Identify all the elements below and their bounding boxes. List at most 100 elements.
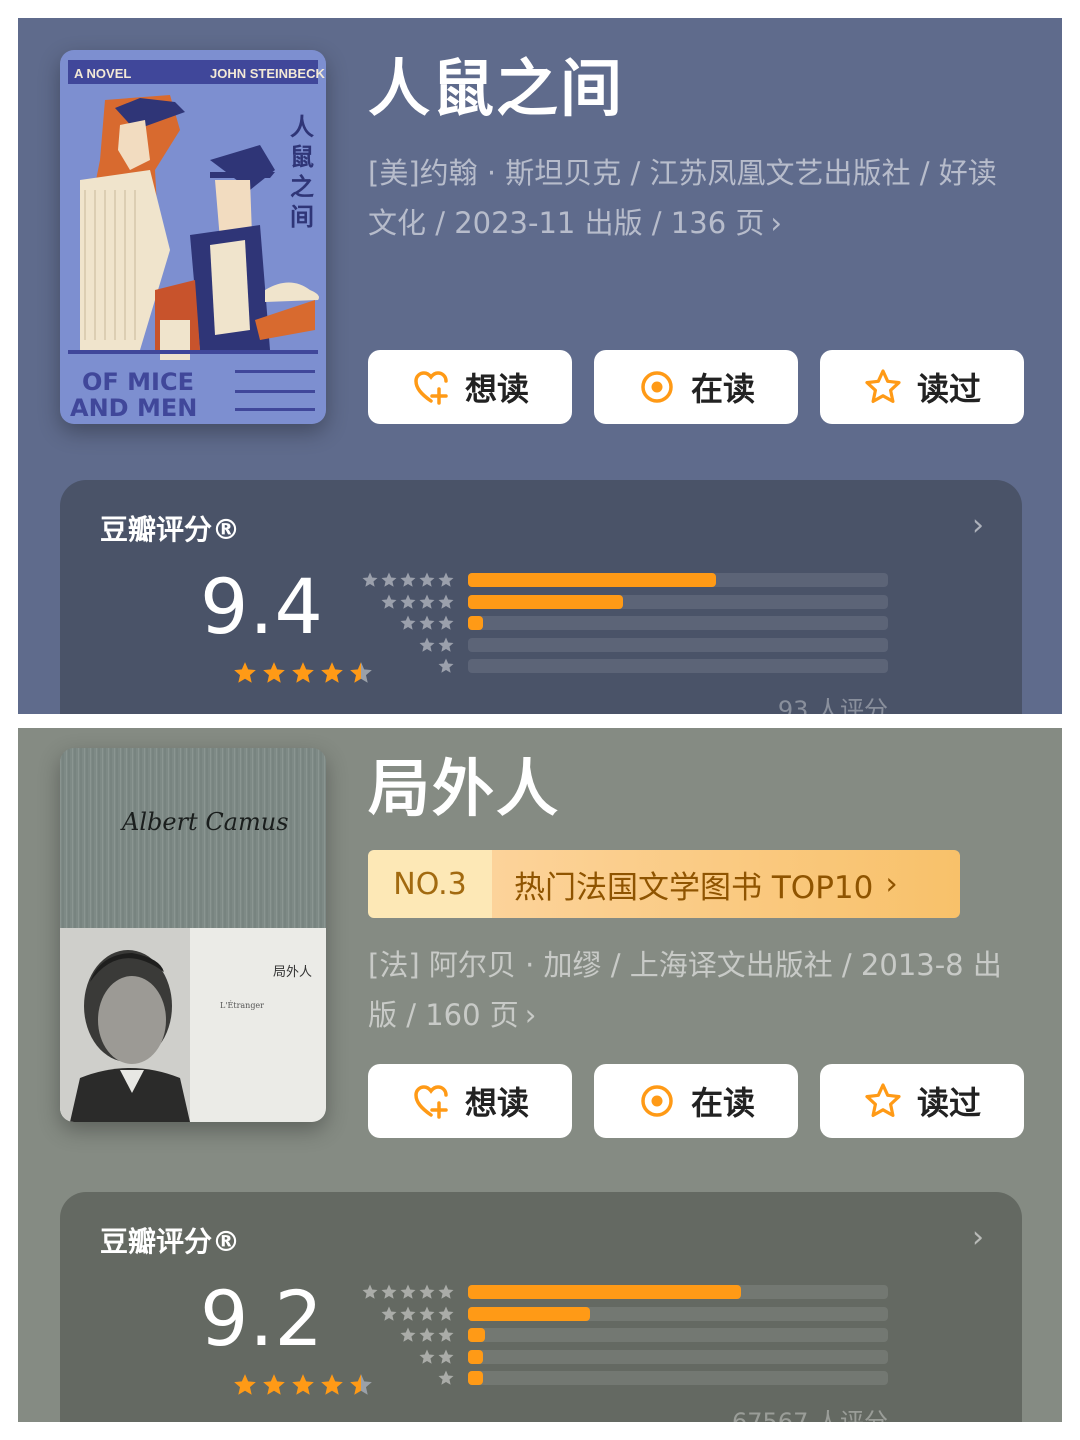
star-icon xyxy=(438,1349,454,1364)
rating-bar-stars xyxy=(360,1326,455,1344)
rating-count: 67567 人评分 xyxy=(732,1408,888,1422)
star-icon xyxy=(438,615,454,630)
star-icon xyxy=(381,572,397,587)
rating-bar-stars xyxy=(360,571,455,589)
rating-bar-stars xyxy=(360,1305,455,1323)
star-icon xyxy=(321,1374,343,1395)
star-outline-icon xyxy=(865,1083,901,1117)
want-to-read-button[interactable]: 想读 xyxy=(368,350,572,424)
book-cover-of-mice-and-men[interactable]: A NOVEL JOHN STEINBECK 人 鼠 之 间 OF MICE A… xyxy=(60,50,326,424)
star-icon xyxy=(419,1349,435,1364)
cover-title-line-2: AND MEN xyxy=(70,394,197,422)
star-outline-icon xyxy=(865,369,901,403)
cover-text-author: JOHN STEINBECK xyxy=(210,66,325,81)
rating-bar-stars xyxy=(360,636,455,654)
rating-bar-stars xyxy=(360,593,455,611)
rank-list-text: 热门法国文学图书 TOP10 xyxy=(514,869,874,906)
star-icon xyxy=(438,1284,454,1299)
rating-bar-track xyxy=(468,594,888,609)
rating-score: 9.2 xyxy=(200,1274,324,1363)
read-button[interactable]: 读过 xyxy=(820,1064,1024,1138)
book-card-the-stranger: Albert Camus 局外人 L'Étranger 局外人 NO.3 热门法… xyxy=(18,728,1062,1422)
ranking-banner[interactable]: NO.3 热门法国文学图书 TOP10 › xyxy=(368,850,960,918)
rating-bar-track xyxy=(468,1349,888,1364)
star-icon xyxy=(419,1284,435,1299)
rating-bar-fill xyxy=(468,573,716,587)
rating-bar-stars xyxy=(360,1369,455,1387)
reading-button[interactable]: 在读 xyxy=(594,350,798,424)
rating-bar-stars xyxy=(360,614,455,632)
star-icon xyxy=(419,615,435,630)
read-label: 读过 xyxy=(916,370,981,408)
star-icon xyxy=(292,662,314,683)
star-icon xyxy=(419,594,435,609)
book-title: 人鼠之间 xyxy=(368,52,625,125)
rating-bar-fill xyxy=(468,1285,741,1299)
star-icon xyxy=(263,1374,285,1395)
rating-bar-track xyxy=(468,1285,888,1299)
rating-count: 93 人评分 xyxy=(777,696,888,714)
star-icon xyxy=(321,662,343,683)
star-icon xyxy=(438,658,454,673)
cover-illustration: A NOVEL JOHN STEINBECK 人 鼠 之 间 OF MICE A… xyxy=(60,50,326,424)
star-icon xyxy=(419,1327,435,1342)
book-card-of-mice-and-men: A NOVEL JOHN STEINBECK 人 鼠 之 间 OF MICE A… xyxy=(18,18,1062,714)
star-icon xyxy=(400,1327,416,1342)
svg-text:之: 之 xyxy=(290,173,314,201)
book-meta[interactable]: [美]约翰 · 斯坦贝克 / 江苏凤凰文艺出版社 / 好读文化 / 2023-1… xyxy=(368,148,1023,248)
rating-bar-stars xyxy=(360,1283,455,1301)
star-icon xyxy=(263,662,285,683)
douban-rating-card[interactable]: 豆瓣评分® › 9.4 93 人评分 xyxy=(60,480,1022,714)
book-meta-text: [法] 阿尔贝 · 加缪 / 上海译文出版社 / 2013-8 出版 / 160… xyxy=(368,948,1002,1032)
read-button[interactable]: 读过 xyxy=(820,350,1024,424)
book-cover-the-stranger[interactable]: Albert Camus 局外人 L'Étranger xyxy=(60,748,326,1122)
rating-score: 9.4 xyxy=(200,562,324,651)
rating-bar-track xyxy=(468,637,888,652)
star-icon xyxy=(419,1306,435,1321)
cover-side-sub: L'Étranger xyxy=(220,1001,264,1010)
rank-list-label: 热门法国文学图书 TOP10 › xyxy=(492,850,960,918)
rating-label: 豆瓣评分® xyxy=(100,1225,241,1258)
star-icon xyxy=(400,594,416,609)
want-to-read-label: 想读 xyxy=(464,370,529,408)
rating-bar-stars xyxy=(360,657,455,675)
read-label: 读过 xyxy=(916,1084,981,1122)
douban-rating-card[interactable]: 豆瓣评分® › 9.2 67567 人评分 xyxy=(60,1192,1022,1422)
star-icon xyxy=(438,1370,454,1385)
rating-bar-track xyxy=(468,1371,888,1385)
star-icon xyxy=(419,637,435,652)
target-circle-icon xyxy=(641,371,673,403)
reading-label: 在读 xyxy=(690,1084,755,1122)
svg-text:鼠: 鼠 xyxy=(290,144,314,171)
rating-bar-fill xyxy=(468,1371,483,1385)
star-icon xyxy=(362,1284,378,1299)
heart-plus-icon xyxy=(414,1085,448,1119)
star-icon xyxy=(381,594,397,609)
book-meta-text: [美]约翰 · 斯坦贝克 / 江苏凤凰文艺出版社 / 好读文化 / 2023-1… xyxy=(368,156,997,240)
book-title: 局外人 xyxy=(368,752,561,825)
want-to-read-button[interactable]: 想读 xyxy=(368,1064,572,1138)
reading-button[interactable]: 在读 xyxy=(594,1064,798,1138)
cover-title-line-1: OF MICE xyxy=(82,368,194,396)
star-icon xyxy=(234,662,256,683)
star-icon xyxy=(438,637,454,652)
rating-bar-fill xyxy=(468,1349,483,1364)
want-to-read-label: 想读 xyxy=(464,1084,529,1122)
rating-label: 豆瓣评分® xyxy=(100,513,241,546)
star-icon xyxy=(400,1284,416,1299)
chevron-right-icon: › xyxy=(770,206,782,240)
cover-signature: Albert Camus xyxy=(120,808,289,836)
star-icon xyxy=(419,572,435,587)
svg-text:人: 人 xyxy=(290,114,314,141)
star-icon xyxy=(292,1374,314,1395)
chevron-right-icon[interactable]: › xyxy=(972,1220,984,1255)
star-icon xyxy=(400,1306,416,1321)
chevron-right-icon[interactable]: › xyxy=(972,508,984,543)
rating-stars xyxy=(232,660,374,686)
rating-bar-track xyxy=(468,1306,888,1321)
book-meta[interactable]: [法] 阿尔贝 · 加缪 / 上海译文出版社 / 2013-8 出版 / 160… xyxy=(368,940,1023,1040)
rating-stars xyxy=(232,1372,374,1398)
star-icon xyxy=(234,1374,256,1395)
action-buttons: 想读 在读 读过 xyxy=(368,1064,1024,1138)
star-icon xyxy=(362,572,378,587)
